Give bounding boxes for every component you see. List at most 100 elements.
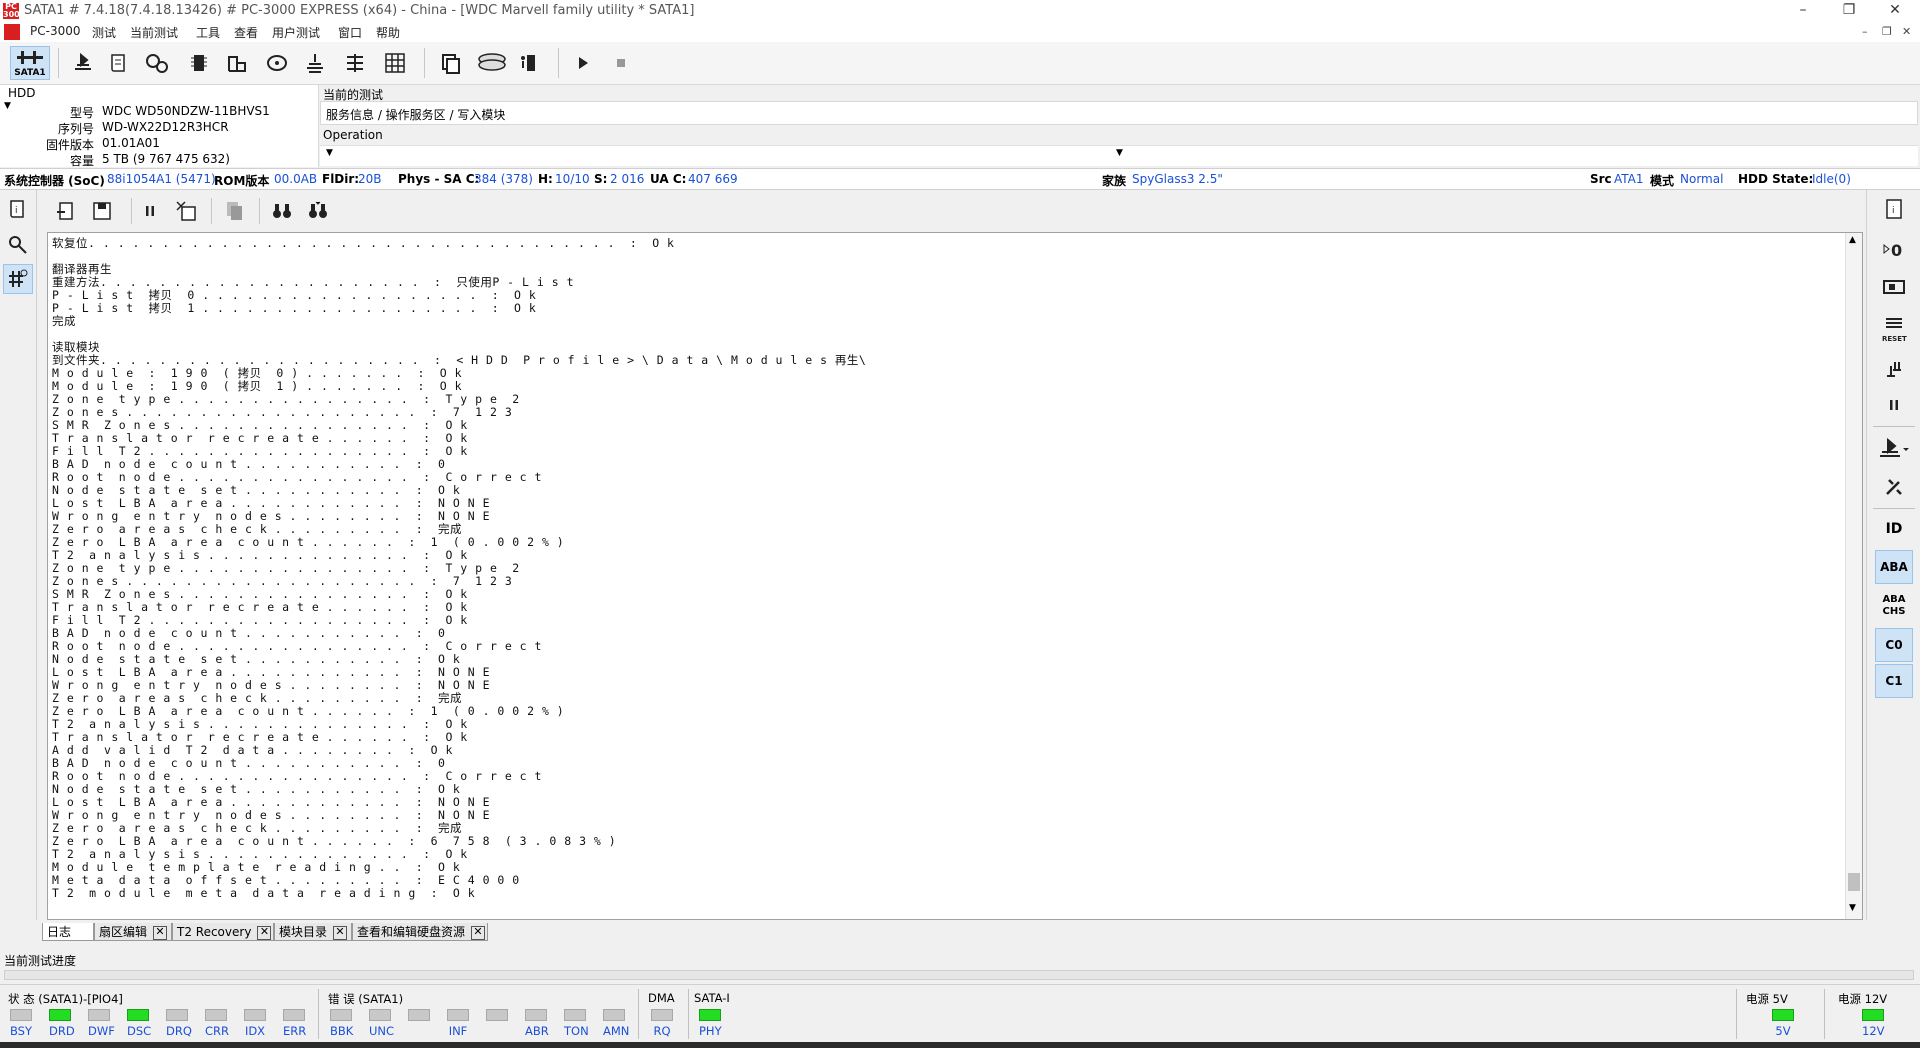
mdi-restore-icon[interactable]: ❐ <box>1882 25 1892 38</box>
log-scrollbar[interactable]: ▲ ▼ <box>1845 233 1862 919</box>
user-button[interactable] <box>512 47 542 79</box>
chip-button[interactable] <box>184 47 214 79</box>
scroll-button[interactable] <box>104 47 134 79</box>
minimize-icon[interactable]: – <box>1780 0 1826 22</box>
service-info-button[interactable]: i <box>3 194 33 224</box>
log-panel[interactable]: 软复位. . . . . . . . . . . . . . . . . . .… <box>47 232 1863 920</box>
reset-button[interactable]: RESET <box>1879 312 1909 348</box>
stop-button[interactable] <box>606 47 636 79</box>
menu-item-help[interactable]: 帮助 <box>376 24 400 41</box>
gears-button[interactable] <box>142 47 172 79</box>
disk-button[interactable] <box>262 47 292 79</box>
menu-item-user-tests[interactable]: 用户测试 <box>272 24 320 41</box>
menu-item-test[interactable]: 测试 <box>92 24 116 41</box>
identify-button[interactable]: ID <box>1879 514 1909 544</box>
aba-chs-mode-button[interactable]: ABA CHS <box>1875 586 1913 626</box>
scroll-up-icon[interactable]: ▲ <box>1849 235 1856 245</box>
power-tool-button[interactable] <box>1879 354 1909 384</box>
drive-arrow-dropdown-icon <box>1880 437 1909 457</box>
scroll-thumb[interactable] <box>1848 873 1860 891</box>
tab-close-icon[interactable]: ✕ <box>333 925 348 940</box>
serial-value: WD-WX22D12R3HCR <box>102 120 229 134</box>
drive-arrow-tool-button[interactable] <box>1877 434 1911 464</box>
board-button[interactable] <box>222 47 252 79</box>
zero-fill-button[interactable]: 0 <box>1879 234 1909 264</box>
toolbar-separator <box>58 48 59 78</box>
operation-label: Operation <box>323 128 383 142</box>
log-new-button[interactable] <box>51 195 81 227</box>
menu-item-view[interactable]: 查看 <box>234 24 258 41</box>
tab-module-directory[interactable]: 模块目录 ✕ <box>274 923 352 941</box>
tab-close-icon[interactable]: ✕ <box>257 925 272 940</box>
page-arrow-icon <box>57 202 73 220</box>
close-icon[interactable]: ✕ <box>1872 0 1918 22</box>
tab-log[interactable]: 日志 <box>42 923 94 941</box>
log-find-next-button[interactable] <box>303 195 333 227</box>
menu-app-logo[interactable] <box>4 24 20 40</box>
head-button[interactable] <box>300 47 330 79</box>
board-tool-button[interactable] <box>1879 272 1909 302</box>
operation-dropdown-icon[interactable]: ▼ <box>1116 148 1123 158</box>
rom-value: 00.0AB <box>274 172 318 186</box>
aba-mode-button[interactable]: ABA <box>1875 550 1913 584</box>
c0-mode-button[interactable]: C0 <box>1875 628 1913 662</box>
grid-button[interactable] <box>380 47 410 79</box>
log-copy-button[interactable] <box>219 195 249 227</box>
menu-item-pc3000[interactable]: PC-3000 <box>30 24 80 38</box>
error-amn-label: AMN <box>603 1024 630 1038</box>
menu-item-current-test[interactable]: 当前测试 <box>130 24 178 41</box>
scroll-down-icon[interactable]: ▼ <box>1849 903 1856 913</box>
restore-icon[interactable]: ❐ <box>1826 0 1872 22</box>
sectors-button[interactable] <box>340 47 370 79</box>
log-pause-button[interactable] <box>135 195 165 227</box>
utility-tools-button[interactable] <box>3 264 33 294</box>
error-group-title: 错 误 (SATA1) <box>328 992 404 1006</box>
capacity-value: 5 TB (9 767 475 632) <box>102 152 230 166</box>
state-bsy-led-icon <box>10 1009 32 1021</box>
save-disk-icon <box>93 202 111 220</box>
sata-group-title: SATA-I <box>694 991 730 1005</box>
power-12v-label: 12V <box>1862 1024 1885 1038</box>
log-clear-button[interactable] <box>171 195 201 227</box>
app-logo: PC 3000 <box>3 2 26 19</box>
log-find-button[interactable] <box>267 195 297 227</box>
drive-select-button[interactable] <box>68 47 98 79</box>
fldir-label: FlDir: <box>322 172 360 186</box>
error-ton-indicator: TON <box>564 1009 589 1038</box>
sata-phy-label: PHY <box>699 1024 722 1038</box>
play-button[interactable] <box>568 47 598 79</box>
log-toolbar-separator <box>211 198 212 224</box>
mdi-close-icon[interactable]: ✕ <box>1902 25 1911 38</box>
soc-value: 88i1054A1 (5471) <box>107 172 216 186</box>
operation-left-dropdown-icon[interactable]: ▼ <box>326 148 333 158</box>
mdi-minimize-icon[interactable]: – <box>1862 25 1868 38</box>
tab-hdd-resources[interactable]: 查看和编辑硬盘资源 ✕ <box>352 923 488 941</box>
sata-port-button[interactable]: SATA1 <box>10 46 50 80</box>
pause-tool-button[interactable] <box>1879 390 1909 420</box>
state-drd-led-icon <box>49 1009 71 1021</box>
search-tool-button[interactable] <box>3 230 33 260</box>
menu-bar: PC-3000 测试 当前测试 工具 查看 用户测试 窗口 帮助 – ❐ ✕ <box>0 22 1920 42</box>
progress-bar <box>4 970 1914 980</box>
hdd-state-value: Idle(0) <box>1812 172 1851 186</box>
tab-close-icon[interactable]: ✕ <box>471 925 486 940</box>
uac-value: 407 669 <box>688 172 738 186</box>
menu-item-window[interactable]: 窗口 <box>338 24 362 41</box>
power12-led: 12V <box>1862 1009 1892 1039</box>
tab-close-icon[interactable]: ✕ <box>153 925 168 940</box>
error-abr-label: ABR <box>525 1024 549 1038</box>
svg-text:RESET: RESET <box>1882 335 1907 343</box>
c1-mode-button[interactable]: C1 <box>1875 664 1913 698</box>
tab-sector-editor[interactable]: 扇区编辑 ✕ <box>94 923 172 941</box>
log-save-button[interactable] <box>87 195 117 227</box>
tab-log-label: 日志 <box>47 925 72 939</box>
platters-button[interactable] <box>474 47 510 79</box>
id-info-button[interactable]: i <box>1879 194 1909 224</box>
copy-button[interactable] <box>436 47 466 79</box>
tools-button[interactable] <box>1879 472 1909 502</box>
tab-t2-recovery[interactable]: T2 Recovery ✕ <box>172 923 274 941</box>
binoculars-next-icon <box>309 201 327 218</box>
play-icon <box>579 57 588 69</box>
menu-item-tools[interactable]: 工具 <box>196 24 220 41</box>
error-amn-indicator: AMN <box>603 1009 630 1038</box>
